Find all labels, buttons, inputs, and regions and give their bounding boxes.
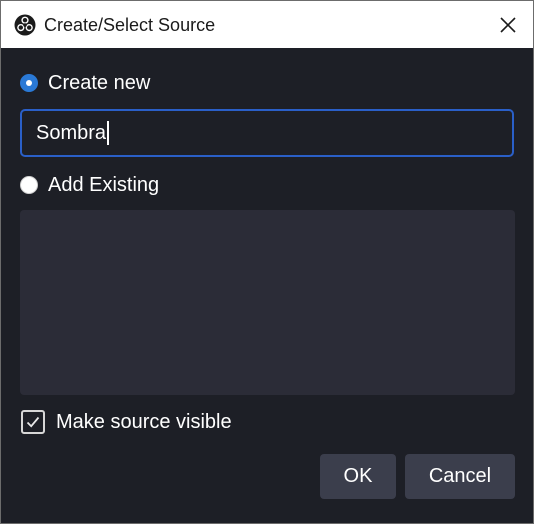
text-caret <box>107 121 110 145</box>
make-visible-option[interactable]: Make source visible <box>21 410 232 434</box>
add-existing-option[interactable]: Add Existing <box>20 173 159 197</box>
existing-sources-list[interactable] <box>20 210 515 395</box>
source-name-input[interactable]: Sombra <box>20 109 514 157</box>
ok-button[interactable]: OK <box>320 454 396 499</box>
make-visible-label: Make source visible <box>56 411 232 433</box>
checkmark-icon <box>26 416 40 428</box>
window-title: Create/Select Source <box>44 15 216 35</box>
create-new-label: Create new <box>48 72 151 94</box>
obs-logo-icon <box>14 14 36 36</box>
close-icon <box>500 16 516 33</box>
source-name-value: Sombra <box>36 121 107 144</box>
cancel-button[interactable]: Cancel <box>405 454 515 499</box>
title-bar: Create/Select Source <box>1 1 533 48</box>
add-existing-label: Add Existing <box>48 174 160 196</box>
create-new-option[interactable]: Create new <box>20 71 150 95</box>
add-existing-radio[interactable] <box>20 176 38 194</box>
create-select-source-dialog: Create/Select Source Create new Sombra A… <box>0 0 534 524</box>
create-new-radio[interactable] <box>20 74 38 92</box>
make-visible-checkbox[interactable] <box>21 410 45 434</box>
close-button[interactable] <box>483 1 533 48</box>
